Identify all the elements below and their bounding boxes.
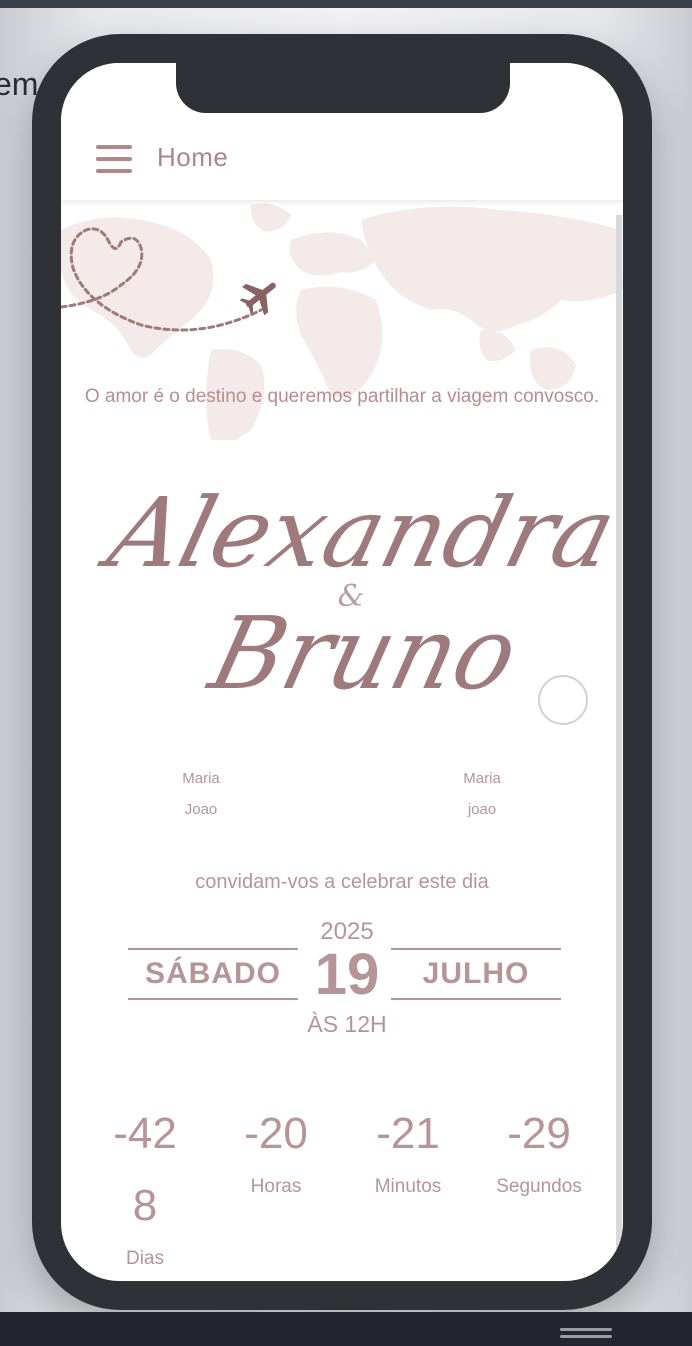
background-text: em	[0, 66, 39, 102]
parent-name: Maria	[463, 770, 501, 787]
date-month: JULHO	[391, 948, 561, 1000]
bride-name: Alexandra	[90, 477, 623, 588]
countdown-seconds-value: -29	[507, 1109, 571, 1158]
countdown-minutes-label: Minutos	[374, 1176, 442, 1197]
countdown-days-value: -42	[113, 1109, 177, 1158]
parents-left: Maria Joao	[121, 763, 281, 825]
countdown-hours-label: Horas	[250, 1176, 302, 1197]
tagline: O amor é o destino e queremos partilhar …	[84, 386, 600, 407]
parent-name: Maria	[182, 770, 220, 787]
parents-right: Maria joao	[402, 763, 562, 825]
browser-top-strip	[0, 0, 692, 8]
date-time: ÀS 12H	[307, 1011, 387, 1037]
airplane-icon	[239, 282, 276, 315]
parent-name: Joao	[184, 801, 218, 818]
date-day: 19	[314, 942, 380, 1007]
countdown-days-label: Dias	[125, 1248, 164, 1269]
scrollbar[interactable]	[616, 215, 622, 1281]
countdown-minutes-value: -21	[376, 1109, 440, 1158]
drag-handle[interactable]	[560, 1328, 612, 1331]
heart-path-icon	[61, 227, 263, 332]
page-title: Home	[157, 142, 229, 172]
side-button[interactable]	[538, 675, 588, 725]
countdown-seconds-label: Segundos	[496, 1176, 582, 1197]
invite-text: convidam-vos a celebrar este dia	[195, 871, 489, 893]
countdown-days-value-wrap: 8	[132, 1181, 158, 1230]
countdown-hours-value: -20	[244, 1109, 308, 1158]
phone-notch	[176, 63, 510, 113]
bottom-bar	[0, 1312, 692, 1346]
menu-icon[interactable]	[96, 145, 132, 173]
groom-name: Bruno	[198, 595, 529, 711]
date-weekday: SÁBADO	[128, 948, 298, 1000]
parent-name: joao	[467, 801, 497, 818]
couple-names: Alexandra & Bruno	[90, 477, 623, 711]
phone-screen: Home O amor é o destino e queremos parti…	[61, 63, 623, 1281]
